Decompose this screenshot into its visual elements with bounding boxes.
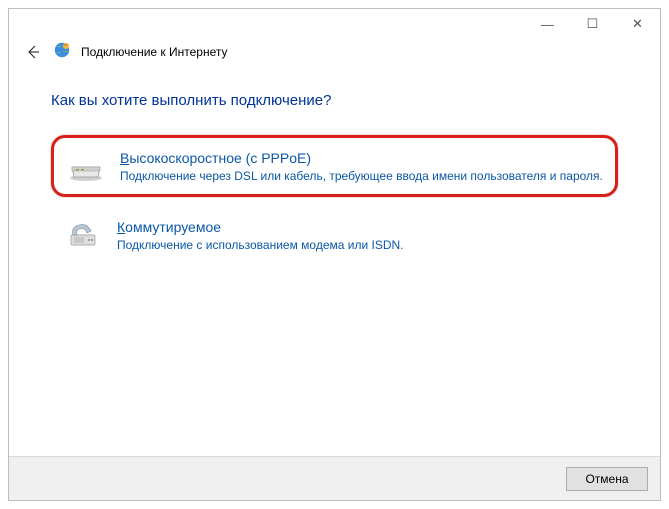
question-heading: Как вы хотите выполнить подключение? (51, 92, 618, 109)
dialog-title: Подключение к Интернету (81, 45, 228, 59)
modem-icon (66, 148, 106, 184)
option-title-accesskey: К (117, 219, 125, 235)
titlebar: — ☐ ✕ (9, 9, 660, 39)
option-title-rest: ысокоскоростное (с PPPoE) (129, 150, 311, 166)
option-title-rest: оммутируемое (125, 219, 221, 235)
maximize-button[interactable]: ☐ (570, 10, 615, 38)
header: Подключение к Интернету (9, 39, 660, 72)
globe-icon (53, 41, 71, 62)
minimize-icon: — (541, 17, 554, 32)
option-title: Высокоскоростное (с PPPoE) (120, 150, 603, 166)
dialog-window: — ☐ ✕ Подключение к Интернету (8, 8, 661, 501)
option-broadband-pppoe[interactable]: Высокоскоростное (с PPPoE) Подключение ч… (51, 135, 618, 197)
close-button[interactable]: ✕ (615, 10, 660, 38)
option-title-accesskey: В (120, 150, 129, 166)
back-button[interactable] (23, 42, 43, 62)
phone-modem-icon (63, 217, 103, 253)
close-icon: ✕ (632, 16, 643, 32)
option-title: Коммутируемое (117, 219, 606, 235)
option-body: Коммутируемое Подключение с использовани… (117, 217, 606, 253)
maximize-icon: ☐ (587, 16, 599, 32)
minimize-button[interactable]: — (525, 10, 570, 38)
back-arrow-icon (25, 44, 41, 60)
option-dialup[interactable]: Коммутируемое Подключение с использовани… (51, 207, 618, 263)
option-description: Подключение через DSL или кабель, требую… (120, 168, 603, 184)
footer: Отмена (9, 456, 660, 500)
option-description: Подключение с использованием модема или … (117, 237, 606, 253)
cancel-button-label: Отмена (585, 472, 628, 486)
option-body: Высокоскоростное (с PPPoE) Подключение ч… (120, 148, 603, 184)
content-area: Как вы хотите выполнить подключение? Выс… (9, 72, 660, 456)
cancel-button[interactable]: Отмена (566, 467, 648, 491)
